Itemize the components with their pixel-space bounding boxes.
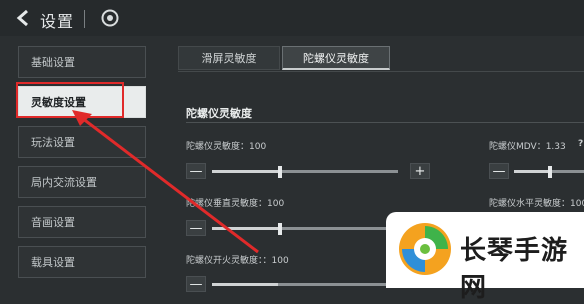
watermark-logo-icon xyxy=(399,223,451,275)
watermark-badge: 长琴手游网 xyxy=(386,212,584,303)
watermark-text: 长琴手游网 xyxy=(460,236,569,303)
